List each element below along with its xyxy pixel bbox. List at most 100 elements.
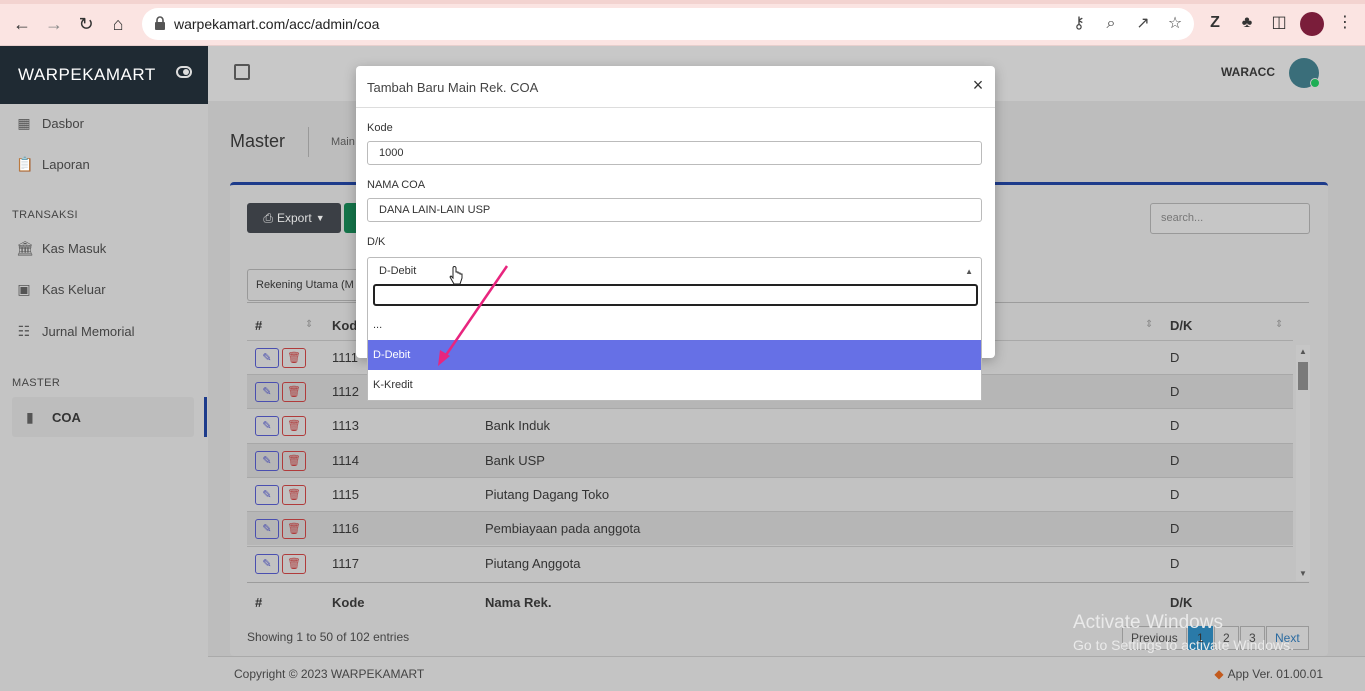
row-nama: Bank USP — [485, 453, 545, 468]
sort-icon[interactable]: ⇕ — [305, 319, 313, 330]
trash-icon[interactable]: 🗑 — [282, 416, 306, 436]
trash-icon[interactable]: 🗑 — [282, 451, 306, 471]
edit-icon[interactable]: ✎ — [255, 451, 279, 471]
trash-icon[interactable]: 🗑 — [282, 485, 306, 505]
dk-label: D/K — [367, 236, 386, 248]
key-icon[interactable]: ⚷ — [1069, 14, 1089, 34]
add-button[interactable] — [344, 203, 356, 233]
share-icon[interactable]: ↗ — [1133, 14, 1153, 34]
search-input[interactable]: search... — [1150, 203, 1310, 234]
row-nama: Piutang Anggota — [485, 556, 581, 571]
row-dk: D — [1170, 384, 1180, 399]
sidebar-item-label: Kas Keluar — [42, 281, 106, 297]
profile-avatar[interactable] — [1300, 12, 1324, 36]
fullscreen-icon[interactable] — [234, 64, 250, 80]
export-button[interactable]: ⎙ Export ▼ — [247, 203, 341, 233]
footer-no: # — [255, 595, 263, 610]
zotero-extension-icon[interactable]: Z — [1204, 12, 1226, 34]
sidebar-item-laporan[interactable]: 📋 Laporan — [16, 153, 90, 175]
url-text[interactable]: warpekamart.com/acc/admin/coa — [174, 16, 379, 32]
windows-watermark-title: Activate Windows — [1073, 612, 1223, 633]
sort-icon[interactable]: ⇕ — [1145, 319, 1153, 330]
print-icon: ⎙ — [263, 210, 273, 225]
row-kode: 1111 — [332, 350, 359, 365]
close-icon[interactable]: × — [970, 75, 986, 96]
option-k-kredit[interactable]: K-Kredit — [368, 370, 981, 400]
breadcrumb[interactable]: Main — [308, 127, 355, 157]
table-scrollbar[interactable]: ▲ ▼ — [1296, 345, 1310, 581]
browser-chrome: ← → ↻ ⌂ warpekamart.com/acc/admin/coa ⚷ … — [0, 0, 1365, 46]
sidebar-item-kas-keluar[interactable]: ▣ Kas Keluar — [16, 278, 106, 300]
edit-icon[interactable]: ✎ — [255, 416, 279, 436]
version-text: App Ver. 01.00.01 — [1227, 667, 1323, 681]
trash-icon[interactable]: 🗑 — [282, 348, 306, 368]
footer-nama: Nama Rek. — [485, 595, 552, 610]
edit-icon[interactable]: ✎ — [255, 519, 279, 539]
export-label: Export — [277, 211, 312, 225]
sidebar-item-jurnal-memorial[interactable]: ☷ Jurnal Memorial — [16, 320, 135, 342]
camera-icon: ▣ — [17, 280, 31, 297]
active-indicator — [204, 397, 207, 437]
nama-coa-input[interactable]: DANA LAIN-LAIN USP — [367, 198, 982, 222]
reload-icon[interactable]: ↻ — [75, 13, 97, 35]
row-kode: 1117 — [332, 556, 359, 571]
bookmark-star-icon[interactable]: ☆ — [1165, 14, 1185, 34]
scroll-up-icon[interactable]: ▲ — [1299, 347, 1307, 356]
row-nama: Bank Induk — [485, 418, 551, 433]
sidebar-item-kas-masuk[interactable]: 🏛 Kas Masuk — [16, 237, 106, 259]
edit-icon[interactable]: ✎ — [255, 382, 279, 402]
edit-icon[interactable]: ✎ — [255, 348, 279, 368]
grid-icon: ▦ — [17, 114, 31, 131]
app-version: ◆ App Ver. 01.00.01 — [1214, 667, 1323, 681]
zoom-icon[interactable]: ⌕ — [1101, 14, 1121, 34]
annotation-arrow — [438, 265, 509, 366]
table-row: ✎ 🗑 1115 Piutang Dagang Toko D — [247, 477, 1293, 511]
divider — [247, 582, 1309, 583]
account-filter-select[interactable]: Rekening Utama (M — [247, 269, 367, 301]
sidebar-item-label: COA — [52, 409, 81, 425]
trash-icon[interactable]: 🗑 — [282, 554, 306, 574]
edit-icon[interactable]: ✎ — [255, 485, 279, 505]
tab-strip — [0, 0, 1365, 4]
row-dk: D — [1170, 418, 1180, 433]
brand-name[interactable]: WARPEKAMART — [18, 65, 156, 85]
menu-kebab-icon[interactable]: ⋮ — [1334, 12, 1356, 34]
row-kode: 1115 — [332, 487, 359, 502]
address-bar[interactable]: warpekamart.com/acc/admin/coa ⚷ ⌕ ↗ ☆ — [142, 8, 1194, 40]
table-row: ✎ 🗑 1113 Bank Induk D — [247, 408, 1293, 442]
sidebar-item-coa[interactable]: ▮ COA — [12, 397, 194, 437]
home-icon[interactable]: ⌂ — [107, 13, 129, 35]
sidebar: WARPEKAMART ▦ Dasbor 📋 Laporan TRANSAKSI… — [0, 46, 208, 691]
dk-selected-value: D-Debit — [379, 265, 417, 277]
sort-icon[interactable]: ⇕ — [1275, 319, 1283, 330]
table-row: ✎ 🗑 1114 Bank USP D — [247, 443, 1293, 477]
section-title-transaksi: TRANSAKSI — [12, 209, 78, 221]
sidebar-toggle-icon[interactable] — [176, 66, 192, 78]
trash-icon[interactable]: 🗑 — [282, 519, 306, 539]
book-icon: ▮ — [26, 408, 34, 425]
back-icon[interactable]: ← — [11, 13, 33, 35]
lock-icon — [155, 16, 165, 30]
edit-icon[interactable]: ✎ — [255, 554, 279, 574]
header-dk[interactable]: D/K — [1170, 318, 1192, 333]
extensions-puzzle-icon[interactable]: ♣ — [1236, 12, 1258, 34]
clipboard-icon: 📋 — [16, 155, 34, 172]
header-no[interactable]: # — [255, 318, 262, 333]
kode-input[interactable]: 1000 — [367, 141, 982, 165]
row-kode: 1116 — [332, 521, 359, 536]
trash-icon[interactable]: 🗑 — [282, 382, 306, 402]
bank-icon: 🏛 — [16, 239, 34, 256]
scroll-down-icon[interactable]: ▼ — [1299, 569, 1307, 578]
page-title: Master — [230, 131, 286, 151]
user-name[interactable]: WARACC — [1221, 65, 1275, 79]
sidebar-item-label: Kas Masuk — [42, 240, 107, 256]
scrollbar-thumb[interactable] — [1298, 362, 1308, 390]
footer-kode: Kode — [332, 595, 365, 610]
section-title-master: MASTER — [12, 377, 61, 389]
side-panel-icon[interactable]: ◫ — [1268, 12, 1290, 34]
table-row: ✎ 🗑 1117 Piutang Anggota D — [247, 546, 1293, 580]
sidebar-item-dasbor[interactable]: ▦ Dasbor — [16, 112, 84, 134]
modal-title: Tambah Baru Main Rek. COA — [367, 80, 539, 95]
user-avatar[interactable] — [1289, 58, 1320, 88]
forward-icon[interactable]: → — [43, 13, 65, 35]
